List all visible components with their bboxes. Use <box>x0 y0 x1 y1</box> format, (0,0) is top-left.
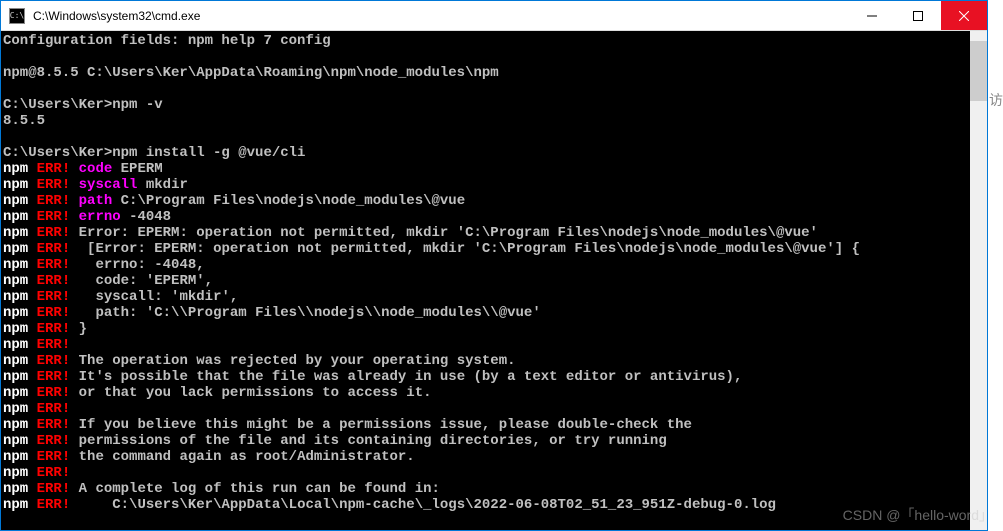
scrollbar-thumb[interactable] <box>970 41 987 101</box>
terminal-line: npm ERR! A complete log of this run can … <box>3 481 987 497</box>
terminal-line: npm ERR! syscall mkdir <box>3 177 987 193</box>
terminal-line: npm ERR! permissions of the file and its… <box>3 433 987 449</box>
minimize-button[interactable] <box>849 1 895 30</box>
maximize-button[interactable] <box>895 1 941 30</box>
terminal-line: npm ERR! It's possible that the file was… <box>3 369 987 385</box>
terminal-line: npm ERR! errno -4048 <box>3 209 987 225</box>
terminal-line: npm ERR! code: 'EPERM', <box>3 273 987 289</box>
terminal-line: npm ERR! or that you lack permissions to… <box>3 385 987 401</box>
terminal-line: npm ERR! errno: -4048, <box>3 257 987 273</box>
cmd-window: C:\ C:\Windows\system32\cmd.exe Configur… <box>0 0 988 531</box>
titlebar: C:\ C:\Windows\system32\cmd.exe <box>1 1 987 31</box>
terminal-line: npm ERR! <box>3 337 987 353</box>
terminal-line: npm@8.5.5 C:\Users\Ker\AppData\Roaming\n… <box>3 65 987 81</box>
window-title: C:\Windows\system32\cmd.exe <box>31 9 849 23</box>
terminal-line <box>3 81 987 97</box>
terminal-line: 8.5.5 <box>3 113 987 129</box>
terminal-line: npm ERR! Error: EPERM: operation not per… <box>3 225 987 241</box>
close-button[interactable] <box>941 1 987 30</box>
titlebar-buttons <box>849 1 987 30</box>
cmd-icon: C:\ <box>9 8 25 24</box>
terminal-line: npm ERR! the command again as root/Admin… <box>3 449 987 465</box>
terminal-line: Configuration fields: npm help 7 config <box>3 33 987 49</box>
terminal-line: npm ERR! <box>3 465 987 481</box>
terminal-line <box>3 49 987 65</box>
terminal-line: npm ERR! The operation was rejected by y… <box>3 353 987 369</box>
terminal-line: npm ERR! <box>3 401 987 417</box>
terminal-line: C:\Users\Ker>npm install -g @vue/cli <box>3 145 987 161</box>
terminal-line: npm ERR! } <box>3 321 987 337</box>
terminal-line: npm ERR! code EPERM <box>3 161 987 177</box>
terminal-output[interactable]: Configuration fields: npm help 7 config … <box>1 31 987 530</box>
terminal-line: npm ERR! syscall: 'mkdir', <box>3 289 987 305</box>
terminal-line: npm ERR! C:\Users\Ker\AppData\Local\npm-… <box>3 497 987 513</box>
terminal-line <box>3 129 987 145</box>
scrollbar[interactable] <box>970 31 987 530</box>
terminal-line: npm ERR! path C:\Program Files\nodejs\no… <box>3 193 987 209</box>
terminal-line: npm ERR! path: 'C:\\Program Files\\nodej… <box>3 305 987 321</box>
terminal-line: C:\Users\Ker>npm -v <box>3 97 987 113</box>
terminal-line: npm ERR! If you believe this might be a … <box>3 417 987 433</box>
terminal-line: npm ERR! [Error: EPERM: operation not pe… <box>3 241 987 257</box>
side-character: 访 <box>989 90 1003 110</box>
